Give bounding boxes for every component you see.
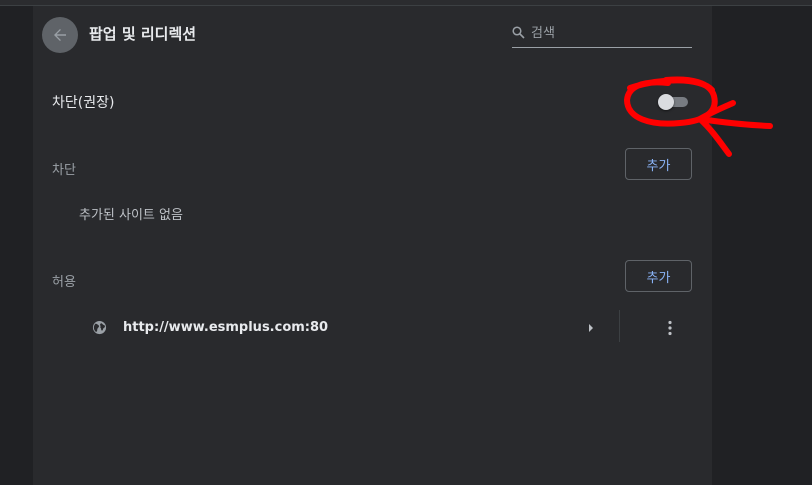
add-allowed-site-button[interactable]: 추가 [625,260,692,292]
allowed-site-row: http://www.esmplus.com:80 [33,310,712,346]
row-divider [619,310,620,342]
settings-card: 팝업 및 리디렉션 차단(권장) 차단 추가 추가된 사이트 없음 허용 추가 … [33,6,712,485]
site-url: http://www.esmplus.com:80 [123,320,329,335]
chevron-right-icon [589,324,593,332]
blocked-recommended-label: 차단(권장) [52,95,115,111]
search-input[interactable] [531,22,686,44]
more-actions-button[interactable] [660,318,680,338]
left-gutter [0,6,33,485]
search-icon [512,26,525,39]
globe-icon [92,320,107,335]
toggle-thumb [658,94,674,110]
page-header: 팝업 및 리디렉션 [33,6,712,62]
no-sites-text: 추가된 사이트 없음 [79,208,183,223]
page-title: 팝업 및 리디렉션 [89,25,197,43]
more-vert-icon [668,320,672,336]
blocked-recommended-toggle[interactable] [658,94,690,110]
block-section-label: 차단 [52,163,76,178]
search-box[interactable] [512,20,692,48]
site-details-button[interactable] [581,318,601,338]
back-arrow-icon [54,29,66,41]
add-blocked-site-button[interactable]: 추가 [625,148,692,180]
right-gutter [712,6,812,485]
allow-section-label: 허용 [52,275,76,290]
back-button[interactable] [42,17,78,53]
